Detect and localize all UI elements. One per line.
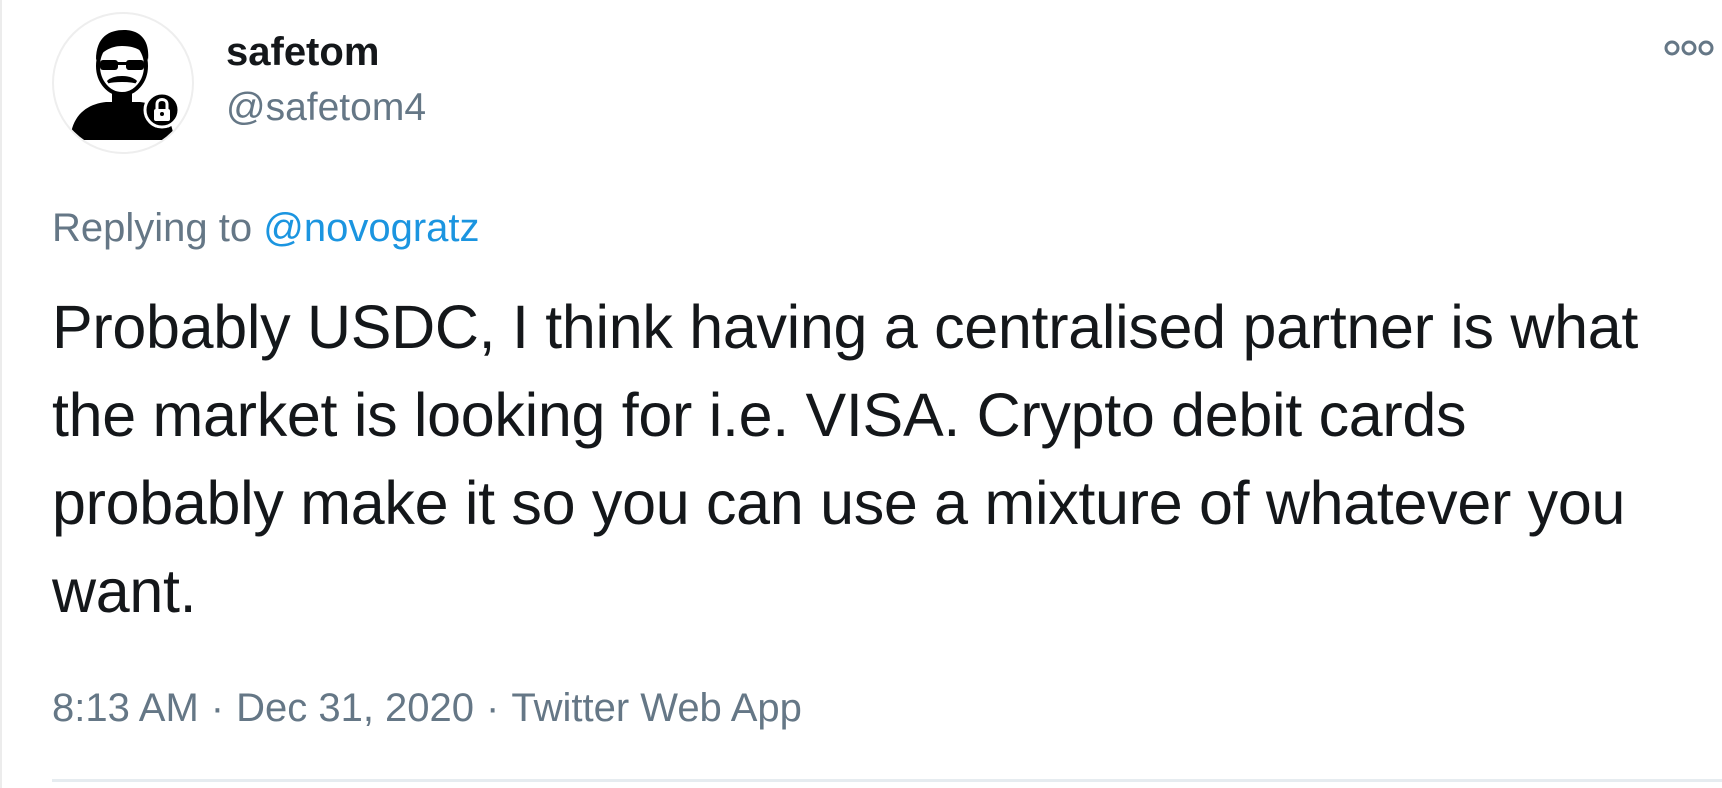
replying-to-line: Replying to @novogratz	[52, 203, 480, 253]
avatar[interactable]	[52, 12, 194, 154]
tweet-metadata: 8:13 AM · Dec 31, 2020 · Twitter Web App	[52, 683, 802, 733]
more-options-button[interactable]	[1662, 36, 1718, 66]
meta-separator: ·	[210, 686, 225, 730]
divider	[52, 779, 1722, 782]
replying-to-mention-link[interactable]: @novogratz	[263, 206, 479, 250]
tweet-text: Probably USDC, I think having a centrali…	[52, 293, 1639, 625]
author-handle[interactable]: @safetom4	[226, 84, 426, 132]
tweet-card: safetom @safetom4 Replying to @novogratz…	[0, 0, 1722, 788]
meta-separator: ·	[486, 686, 500, 730]
tweet-source-link[interactable]: Twitter Web App	[511, 686, 802, 730]
replying-to-label: Replying to	[52, 206, 253, 250]
author-display-name[interactable]: safetom	[226, 28, 379, 76]
more-options-icon	[1664, 40, 1714, 56]
masked-man-with-lock-icon	[70, 30, 181, 140]
tweet-date[interactable]: Dec 31, 2020	[236, 686, 474, 730]
tweet-time[interactable]: 8:13 AM	[52, 686, 199, 730]
